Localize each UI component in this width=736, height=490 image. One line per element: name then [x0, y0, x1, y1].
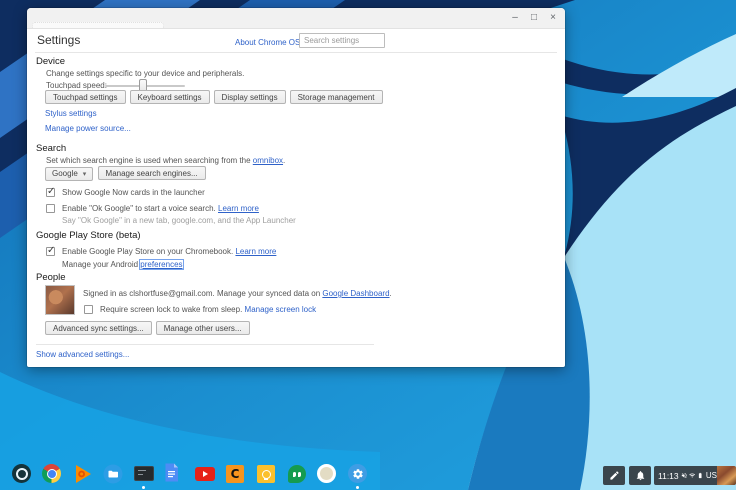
gear-icon	[352, 468, 363, 479]
launcher-ring-icon	[15, 467, 28, 480]
touchpad-settings-button[interactable]: Touchpad settings	[45, 90, 126, 104]
signed-in-suffix: .	[389, 289, 392, 298]
profile-picture	[45, 285, 75, 315]
ok-google-learn-more-link[interactable]: Learn more	[218, 204, 259, 213]
search-description-suffix: .	[283, 156, 286, 165]
quote-icon	[297, 471, 301, 477]
display-settings-button[interactable]: Display settings	[213, 90, 286, 104]
folder-icon	[103, 464, 123, 484]
settings-search-input[interactable]	[299, 33, 385, 48]
screen-lock-checkbox[interactable]	[84, 305, 93, 314]
running-indicator	[356, 486, 359, 489]
check-icon: ✓	[47, 186, 56, 197]
battery-icon	[699, 472, 702, 479]
play-store-checkbox[interactable]: ✓	[46, 245, 56, 256]
document-icon	[165, 463, 178, 482]
running-indicator	[142, 486, 145, 489]
manage-screen-lock-link[interactable]: Manage screen lock	[245, 305, 317, 314]
advanced-sync-settings-button[interactable]: Advanced sync settings...	[45, 321, 152, 335]
manage-android-suffix: .	[182, 260, 185, 269]
device-description: Change settings specific to your device …	[46, 69, 245, 78]
search-engine-value: Google	[52, 169, 78, 178]
keyboard-settings-button[interactable]: Keyboard settings	[129, 90, 210, 104]
people-heading: People	[36, 272, 66, 283]
signed-in-line: Signed in as clshortfuse@gmail.com. Mana…	[83, 289, 392, 299]
search-description-text: Set which search engine is used when sea…	[46, 156, 253, 165]
google-now-checkbox[interactable]: ✓	[46, 186, 56, 197]
play-store-learn-more-link[interactable]: Learn more	[235, 247, 276, 256]
tray-avatar[interactable]	[717, 466, 736, 485]
settings-content: Settings About Chrome OS Device Change s…	[27, 28, 565, 367]
show-advanced-settings-link[interactable]: Show advanced settings...	[36, 350, 129, 359]
search-description: Set which search engine is used when sea…	[46, 156, 285, 166]
terminal-line-icon	[138, 470, 146, 471]
stylus-tools-button[interactable]	[603, 466, 625, 485]
stylus-settings-link[interactable]: Stylus settings	[45, 109, 97, 118]
status-tray[interactable]: 11:13 US	[654, 466, 717, 485]
google-now-label: Show Google Now cards in the launcher	[62, 188, 205, 197]
wifi-icon	[689, 473, 696, 478]
ok-google-checkbox[interactable]	[46, 204, 55, 213]
terminal-app-icon[interactable]	[134, 466, 154, 481]
crunchyroll-icon[interactable]: C	[226, 465, 244, 483]
manage-power-source-link[interactable]: Manage power source...	[45, 124, 131, 133]
quote-icon	[293, 471, 297, 477]
screen-lock-line: Require screen lock to wake from sleep. …	[100, 305, 316, 315]
storage-management-button[interactable]: Storage management	[289, 90, 383, 104]
play-store-label-text: Enable Google Play Store on your Chromeb…	[62, 247, 234, 256]
chevron-down-icon: ▾	[82, 170, 87, 178]
volume-muted-icon	[681, 473, 687, 478]
footer-divider	[36, 344, 374, 345]
notifications-button[interactable]	[629, 466, 651, 485]
device-heading: Device	[36, 56, 66, 67]
settings-window: – □ × Settings About Chrome OS Device Ch…	[27, 8, 565, 367]
youtube-icon[interactable]	[195, 467, 215, 481]
manage-android-line: Manage your Android preferences.	[62, 259, 185, 270]
check-icon: ✓	[47, 245, 56, 256]
window-titlebar[interactable]: – □ ×	[27, 8, 565, 29]
keep-icon[interactable]	[257, 465, 275, 483]
terminal-line-icon	[138, 474, 143, 475]
docs-app-icon[interactable]	[164, 463, 179, 482]
page-title: Settings	[37, 33, 81, 47]
signed-in-text: Signed in as clshortfuse@gmail.com. Mana…	[83, 289, 323, 298]
header-divider	[35, 52, 557, 53]
app-launcher-icon[interactable]	[12, 464, 31, 483]
manage-android-text: Manage your Android	[62, 260, 141, 269]
bell-icon	[636, 471, 644, 481]
minimize-button[interactable]: –	[509, 11, 521, 25]
files-app-icon[interactable]	[103, 464, 123, 484]
about-chrome-os-link[interactable]: About Chrome OS	[235, 38, 300, 47]
play-triangle-icon	[76, 465, 91, 483]
crunchyroll-letter: C	[230, 467, 240, 481]
play-music-icon[interactable]	[73, 464, 93, 484]
camera-app-icon[interactable]	[317, 464, 336, 483]
screen-lock-label: Require screen lock to wake from sleep.	[100, 305, 243, 314]
ok-google-label: Enable "Ok Google" to start a voice sear…	[62, 204, 259, 214]
ok-google-note: Say "Ok Google" in a new tab, google.com…	[62, 216, 296, 225]
omnibox-link[interactable]: omnibox	[253, 156, 283, 165]
play-icon	[203, 471, 208, 477]
android-preferences-link[interactable]: preferences	[139, 259, 184, 270]
google-dashboard-link[interactable]: Google Dashboard	[322, 289, 389, 298]
manage-search-engines-button[interactable]: Manage search engines...	[97, 166, 206, 180]
keyboard-layout-indicator: US	[705, 471, 717, 480]
search-heading: Search	[36, 143, 67, 154]
play-store-label: Enable Google Play Store on your Chromeb…	[62, 247, 276, 257]
chrome-center-icon	[46, 468, 57, 479]
lightbulb-icon	[261, 469, 271, 480]
maximize-button[interactable]: □	[528, 11, 540, 25]
search-engine-select[interactable]: Google ▾	[45, 166, 94, 181]
clock: 11:13	[658, 470, 679, 481]
ok-google-label-text: Enable "Ok Google" to start a voice sear…	[62, 204, 216, 213]
play-store-heading: Google Play Store (beta)	[36, 230, 141, 241]
manage-other-users-button[interactable]: Manage other users...	[155, 321, 250, 335]
chrome-icon[interactable]	[42, 464, 61, 483]
hangouts-icon[interactable]	[288, 465, 306, 483]
close-button[interactable]: ×	[547, 11, 559, 25]
pen-icon	[609, 471, 619, 480]
settings-app-icon[interactable]	[348, 464, 367, 483]
